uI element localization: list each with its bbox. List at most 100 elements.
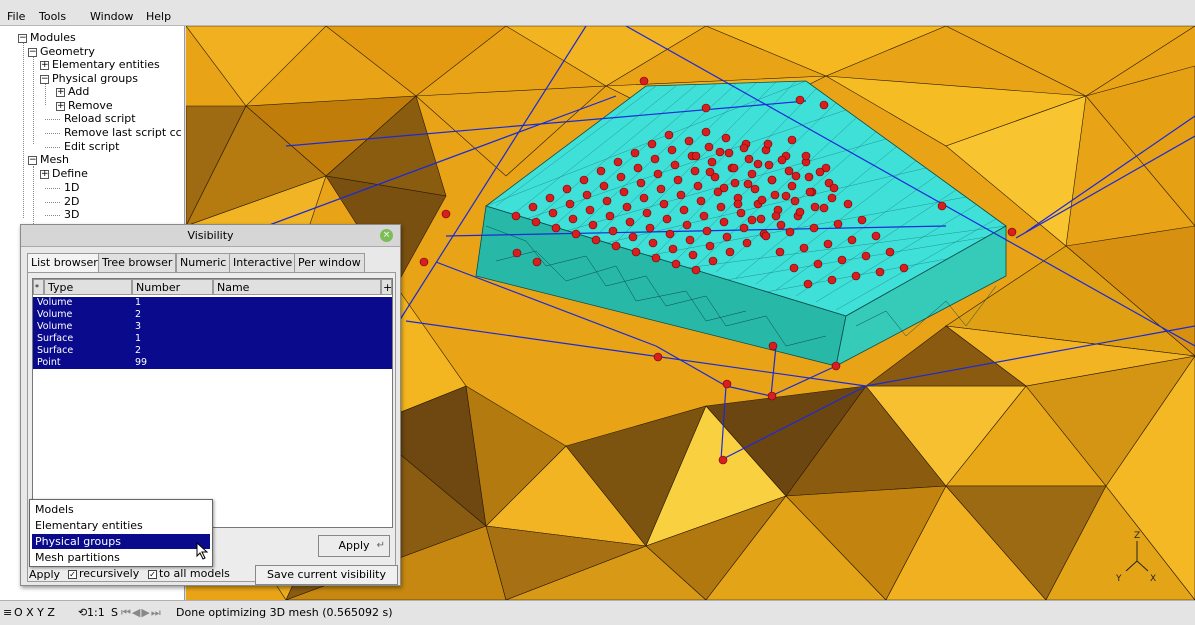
mesh-point [568,214,578,224]
mesh-point [622,202,632,212]
mesh-point [739,143,749,153]
column-number[interactable]: Number [132,279,213,295]
mesh-point [707,157,717,167]
scale-button[interactable]: 1:1 [87,606,105,619]
expand-box-icon[interactable]: + [40,169,49,179]
mesh-point [551,223,561,233]
close-icon[interactable]: × [380,229,393,242]
menu-window[interactable]: Window [90,10,133,23]
tree-item-1d[interactable]: 1D [64,181,79,195]
mesh-point [776,220,786,230]
mesh-point [767,391,777,401]
menu-file[interactable]: File [7,10,25,23]
tree-item-2d[interactable]: 2D [64,195,79,209]
sort-column-button[interactable]: * [33,279,44,295]
tree-item-edit-script[interactable]: Edit script [64,140,119,154]
collapse-box-icon[interactable]: − [28,155,37,165]
mesh-point [795,207,805,217]
mesh-point [857,215,867,225]
tab-per-window[interactable]: Per window [294,253,365,272]
add-column-button[interactable]: + [381,279,392,295]
expand-box-icon[interactable]: + [56,101,65,111]
mesh-point [757,195,767,205]
menu-toggle-icon[interactable]: ≡ [3,606,12,619]
menu-tools[interactable]: Tools [39,10,66,23]
mesh-point [843,199,853,209]
mesh-point [724,148,734,158]
mesh-point [705,241,715,251]
apply-button[interactable]: Apply ↵ [318,535,390,557]
tree-item-mesh[interactable]: − Mesh [28,153,69,167]
tree-item-add[interactable]: + Add [56,85,89,99]
save-current-visibility-button[interactable]: Save current visibility [255,565,398,585]
mesh-point [662,214,672,224]
mesh-point [668,244,678,254]
expand-box-icon[interactable]: + [40,60,49,70]
tab-interactive[interactable]: Interactive [229,253,297,272]
menu-bar: File Tools Window Help [0,0,1195,26]
mesh-point [827,275,837,285]
entity-list[interactable]: * Type Number Name + Volume 1 Volume 2 V… [32,278,393,528]
tree-item-define[interactable]: + Define [40,167,88,181]
mesh-point [628,232,638,242]
list-item[interactable]: Surface 2 [33,345,392,357]
column-type[interactable]: Type [44,279,132,295]
tab-numeric[interactable]: Numeric [176,253,231,272]
column-name[interactable]: Name [213,279,381,295]
tree-item-reload-script[interactable]: Reload script [64,112,136,126]
list-item[interactable]: Volume 3 [33,321,392,333]
tree-item-geometry[interactable]: − Geometry [28,45,95,59]
collapse-box-icon[interactable]: − [28,47,37,57]
mesh-point [823,239,833,249]
mesh-point [799,243,809,253]
tree-item-remove[interactable]: + Remove [56,99,113,113]
play-icons[interactable]: ⏮◀▶⏭ [121,606,162,620]
tab-list-browser[interactable]: List browser [27,253,102,273]
mesh-point [837,255,847,265]
list-item[interactable]: Volume 2 [33,309,392,321]
select-button[interactable]: S [111,606,118,619]
list-item[interactable]: Volume 1 [33,297,392,309]
mesh-point [742,238,752,248]
mesh-point [715,147,725,157]
to-all-models-checkbox[interactable]: ✓ to all models [148,567,230,580]
list-item[interactable]: Point 99 [33,357,392,369]
tree-item-elementary-entities[interactable]: + Elementary entities [40,58,160,72]
mesh-point [511,211,521,221]
dropdown-option-mesh-partitions[interactable]: Mesh partitions [32,550,210,565]
mesh-point [688,250,698,260]
browser-type-dropdown[interactable]: Models Elementary entities Physical grou… [29,499,213,567]
mesh-point [591,235,601,245]
mesh-point [611,241,621,251]
recursively-checkbox[interactable]: ✓ recursively [68,567,139,580]
collapse-box-icon[interactable]: − [40,74,49,84]
rotate-icon[interactable]: ⟲ [78,606,87,619]
axis-view-buttons[interactable]: O X Y Z [14,606,55,619]
dropdown-option-models[interactable]: Models [32,502,210,517]
mesh-point [531,217,541,227]
mesh-point [562,184,572,194]
mesh-point [565,199,575,209]
mesh-point [653,169,663,179]
tree-item-remove-last-script[interactable]: Remove last script cc [64,126,182,140]
tree-item-physical-groups[interactable]: − Physical groups [40,72,138,86]
list-item[interactable]: Surface 1 [33,333,392,345]
mesh-point [548,208,558,218]
tree-item-3d[interactable]: 3D [64,208,79,222]
mesh-point [767,175,777,185]
dropdown-option-physical-groups[interactable]: Physical groups [32,534,210,549]
mesh-point [648,238,658,248]
mesh-point [702,226,712,236]
expand-box-icon[interactable]: + [56,87,65,97]
tab-tree-browser[interactable]: Tree browser [98,253,177,272]
checkbox-icon[interactable]: ✓ [68,569,77,579]
mesh-point [851,271,861,281]
checkbox-icon[interactable]: ✓ [148,569,157,579]
menu-help[interactable]: Help [146,10,171,23]
dropdown-option-elementary-entities[interactable]: Elementary entities [32,518,210,533]
tree-item-modules[interactable]: − Modules [18,31,76,45]
mesh-point [691,265,701,275]
mesh-point [602,196,612,206]
collapse-box-icon[interactable]: − [18,33,27,43]
mesh-point [664,130,674,140]
